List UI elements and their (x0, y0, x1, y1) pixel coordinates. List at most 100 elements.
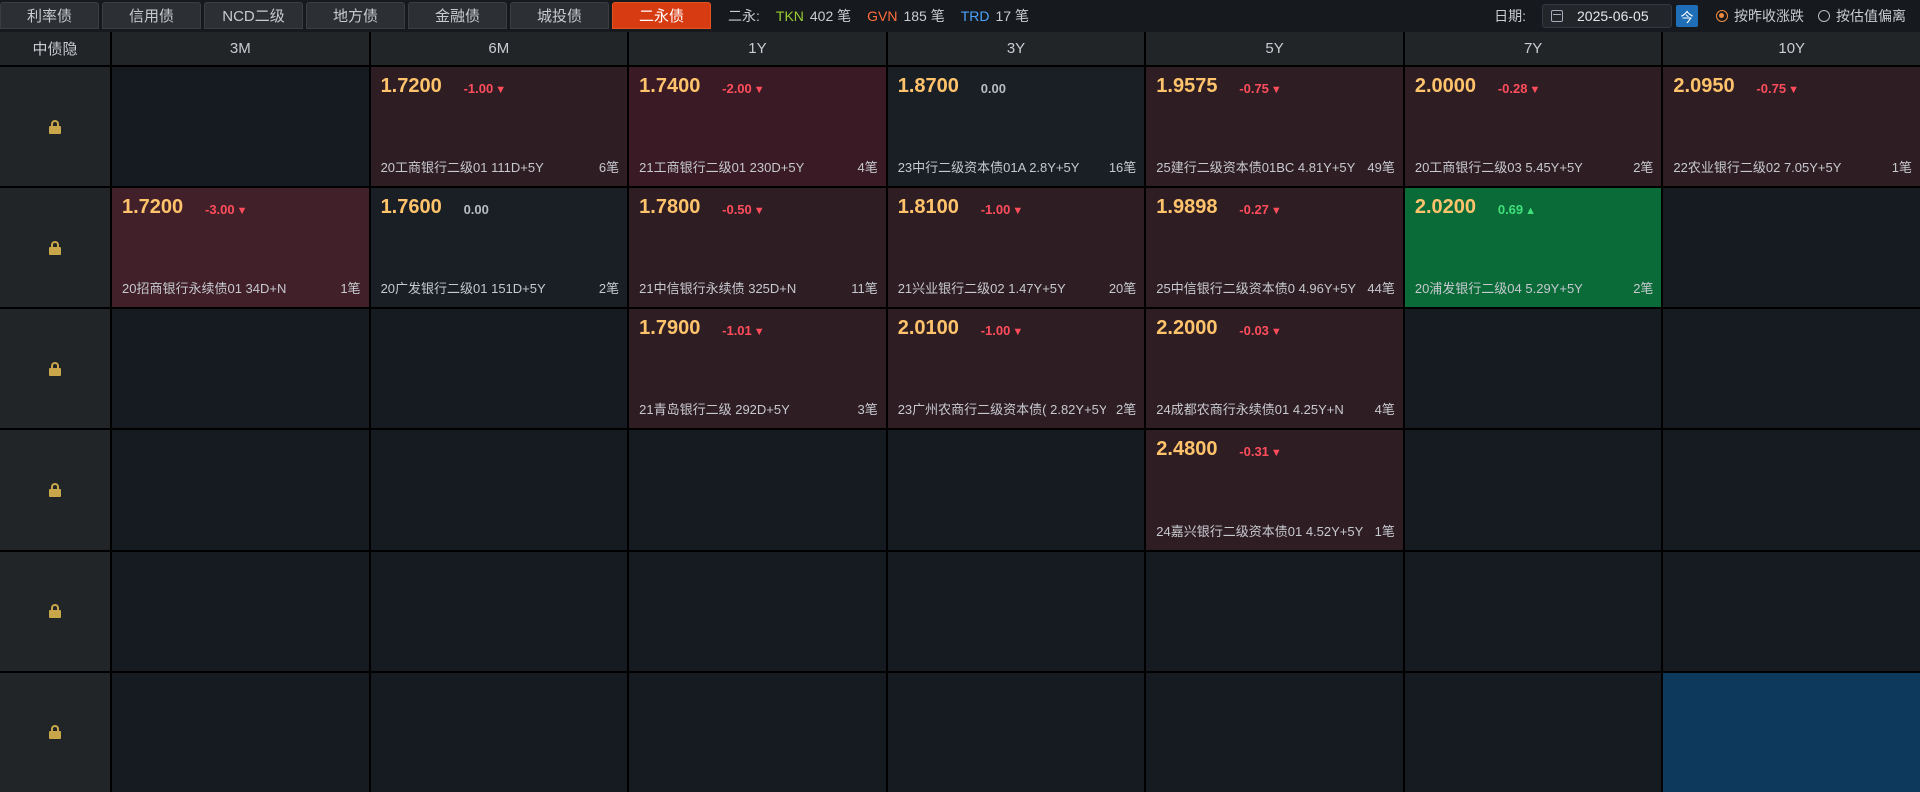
row-lock[interactable] (0, 309, 110, 429)
quote-cell[interactable] (1663, 309, 1920, 429)
tab-2[interactable]: NCD二级 (204, 2, 303, 29)
tab-3[interactable]: 地方债 (306, 2, 405, 29)
quote-change-value: -0.75 (1756, 81, 1787, 96)
toolbar: 利率债 信用债 NCD二级 地方债 金融债 城投债 二永债 二永: TKN 402 笔 GV… (0, 0, 1920, 33)
date-value: 2025-06-05 (1577, 8, 1649, 24)
quote-cell[interactable] (1404, 430, 1662, 550)
tab-5[interactable]: 城投债 (510, 2, 609, 29)
radio-prev-close-label: 按昨收涨跌 (1734, 8, 1804, 24)
quote-cell[interactable] (1663, 188, 1920, 308)
quote-cell[interactable] (629, 551, 886, 671)
bond-name: 25建行二级资本债01BC 4.81Y+5Y (1156, 160, 1356, 176)
quote-cell[interactable] (112, 309, 369, 429)
quote-change-value: -0.50 (722, 202, 752, 218)
bond-name: 21工商银行二级01 230D+5Y (639, 160, 805, 176)
column-header[interactable]: 6M (370, 32, 628, 65)
column-header[interactable]: 5Y (1146, 32, 1403, 65)
quote-cell[interactable] (370, 309, 628, 429)
corner-header[interactable]: 中债隐 (0, 32, 110, 65)
quote-cell[interactable] (370, 430, 628, 550)
trade-count: 44笔 (1367, 281, 1395, 297)
quote-cell[interactable]: 1.7900 -1.01 ▼ 21青岛银行二级 292D+5Y 3笔 (629, 309, 886, 429)
quote-cell[interactable] (629, 430, 886, 550)
quote-price: 2.0100 (897, 317, 959, 340)
quote-change-value: -1.00 (980, 202, 1011, 218)
bond-name: 23中行二级资本债01A 2.8Y+5Y (897, 160, 1080, 176)
quote-cell[interactable] (1404, 551, 1662, 671)
quote-cell[interactable] (887, 672, 1145, 792)
quote-cell[interactable]: 1.7400 -2.00 ▼ 21工商银行二级01 230D+5Y 4笔 (629, 67, 886, 187)
quote-change-value: -0.27 (1239, 202, 1269, 218)
radio-unselected-icon (1818, 10, 1830, 22)
arrow-down-icon: ▼ (1270, 205, 1282, 218)
trade-count: 1笔 (1374, 523, 1395, 539)
quote-cell[interactable] (112, 430, 369, 550)
row-lock[interactable] (0, 551, 110, 671)
trade-count: 2笔 (1633, 281, 1654, 297)
tab-1[interactable]: 信用债 (102, 2, 201, 29)
quote-cell[interactable] (1663, 672, 1920, 792)
quote-cell[interactable] (1663, 430, 1920, 550)
tab-0[interactable]: 利率债 (0, 2, 99, 29)
quote-cell[interactable]: 1.7200 -3.00 ▼ 20招商银行永续债01 34D+N 1笔 (112, 188, 369, 308)
quote-cell[interactable]: 2.4800 -0.31 ▼ 24嘉兴银行二级资本债01 4.52Y+5Y 1笔 (1146, 430, 1403, 550)
quote-cell[interactable] (887, 430, 1145, 550)
quote-cell[interactable]: 1.8100 -1.00 ▼ 21兴业银行二级02 1.47Y+5Y 20笔 (887, 188, 1145, 308)
quote-change: -1.01 ▼ (722, 323, 765, 338)
quote-price: 1.7800 (639, 196, 701, 219)
quote-cell[interactable]: 1.9898 -0.27 ▼ 25中信银行二级资本债0 4.96Y+5Y 44笔 (1146, 188, 1403, 308)
row-lock[interactable] (0, 672, 110, 792)
quote-cell[interactable]: 1.7600 0.00 20广发银行二级01 151D+5Y 2笔 (370, 188, 628, 308)
lock-icon (49, 483, 61, 498)
quote-cell[interactable] (1404, 672, 1662, 792)
column-header[interactable]: 10Y (1663, 32, 1920, 65)
gvn-label: GVN (867, 8, 898, 24)
arrow-down-icon: ▼ (753, 84, 765, 96)
quote-cell[interactable]: 2.0100 -1.00 ▼ 23广州农商行二级资本债( 2.82Y+5Y 2笔 (887, 309, 1145, 429)
today-button[interactable]: 今 (1676, 5, 1698, 27)
date-picker[interactable]: 2025-06-05 (1542, 4, 1672, 28)
column-header[interactable]: 3M (112, 32, 369, 65)
quote-cell[interactable]: 1.9575 -0.75 ▼ 25建行二级资本债01BC 4.81Y+5Y 49笔 (1146, 67, 1403, 187)
quote-cell[interactable]: 2.0950 -0.75 ▼ 22农业银行二级02 7.05Y+5Y 1笔 (1663, 67, 1920, 187)
quote-cell[interactable]: 2.2000 -0.03 ▼ 24成都农商行永续债01 4.25Y+N 4笔 (1146, 309, 1403, 429)
quote-cell[interactable] (370, 672, 628, 792)
quote-cell[interactable]: 1.7800 -0.50 ▼ 21中信银行永续债 325D+N 11笔 (629, 188, 886, 308)
quote-cell[interactable]: 2.0000 -0.28 ▼ 20工商银行二级03 5.45Y+5Y 2笔 (1404, 67, 1662, 187)
tab-4[interactable]: 金融债 (408, 2, 507, 29)
bond-name: 20广发银行二级01 151D+5Y (380, 281, 546, 297)
quote-cell[interactable]: 1.7200 -1.00 ▼ 20工商银行二级01 111D+5Y 6笔 (370, 67, 628, 187)
tab-6[interactable]: 二永债 (612, 2, 711, 29)
row-lock[interactable] (0, 67, 110, 187)
quote-cell[interactable] (629, 672, 886, 792)
radio-prev-close[interactable]: 按昨收涨跌 (1716, 6, 1804, 26)
column-header[interactable]: 7Y (1404, 32, 1662, 65)
quote-cell[interactable] (112, 672, 369, 792)
trade-count: 1笔 (1891, 160, 1912, 176)
trade-count: 49笔 (1367, 160, 1395, 176)
quote-cell[interactable] (370, 551, 628, 671)
column-header[interactable]: 1Y (629, 32, 886, 65)
trade-count: 6笔 (598, 160, 620, 176)
quote-cell[interactable]: 1.8700 0.00 23中行二级资本债01A 2.8Y+5Y 16笔 (887, 67, 1145, 187)
quote-cell[interactable] (112, 551, 369, 671)
quote-change: -2.00 ▼ (722, 81, 765, 96)
radio-valuation-dev[interactable]: 按估值偏离 (1818, 6, 1906, 26)
quote-change-value: -0.75 (1239, 81, 1269, 96)
column-header[interactable]: 3Y (887, 32, 1145, 65)
bond-name: 21青岛银行二级 292D+5Y (639, 402, 790, 418)
row-lock[interactable] (0, 430, 110, 550)
tkn-label: TKN (775, 8, 804, 24)
quote-price: 1.7400 (639, 75, 701, 97)
quote-cell[interactable] (1663, 551, 1920, 671)
quote-cell[interactable] (112, 67, 369, 187)
arrow-down-icon: ▼ (1529, 84, 1541, 96)
quote-cell[interactable] (887, 551, 1145, 671)
trade-count: 4笔 (857, 160, 878, 176)
quote-cell[interactable] (1404, 309, 1662, 429)
quote-cell[interactable] (1146, 551, 1403, 671)
quote-cell[interactable]: 2.0200 0.69 ▲ 20浦发银行二级04 5.29Y+5Y 2笔 (1404, 188, 1662, 308)
quote-change: -0.31 ▼ (1239, 444, 1282, 459)
quote-cell[interactable] (1146, 672, 1403, 792)
row-lock[interactable] (0, 188, 110, 308)
